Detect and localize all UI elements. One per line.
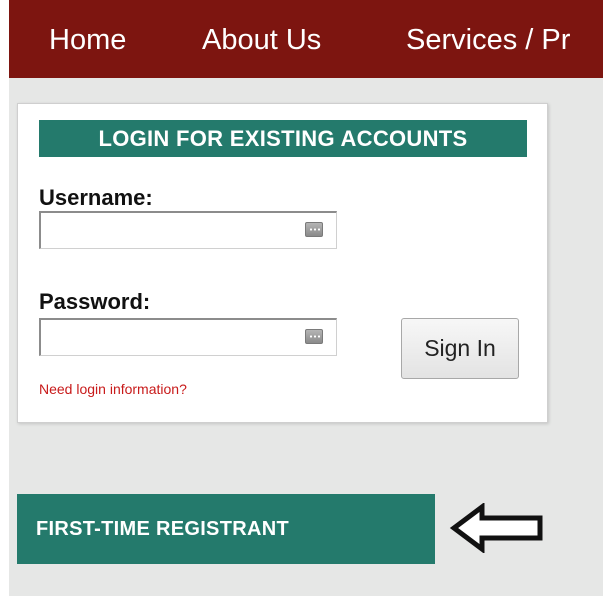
password-manager-key-icon[interactable] — [305, 329, 323, 344]
login-panel: LOGIN FOR EXISTING ACCOUNTS Username: Pa… — [17, 103, 548, 423]
password-field-wrapper — [39, 318, 337, 356]
nav-item-about-us[interactable]: About Us — [202, 23, 321, 57]
left-arrow-icon — [449, 503, 543, 553]
top-navigation-bar: Home About Us Services / Pr — [9, 0, 603, 78]
sign-in-button[interactable]: Sign In — [401, 318, 519, 379]
nav-item-services[interactable]: Services / Pr — [406, 23, 570, 57]
nav-item-home[interactable]: Home — [49, 23, 126, 57]
username-input[interactable] — [41, 213, 336, 248]
password-label: Password: — [39, 289, 151, 314]
password-input[interactable] — [41, 320, 336, 355]
need-login-info-link[interactable]: Need login information? — [39, 380, 187, 398]
login-heading: LOGIN FOR EXISTING ACCOUNTS — [39, 120, 527, 157]
first-time-registrant-button[interactable]: FIRST-TIME REGISTRANT — [17, 494, 435, 564]
password-manager-key-icon[interactable] — [305, 222, 323, 237]
username-label: Username: — [39, 185, 153, 210]
username-field-wrapper — [39, 211, 337, 249]
